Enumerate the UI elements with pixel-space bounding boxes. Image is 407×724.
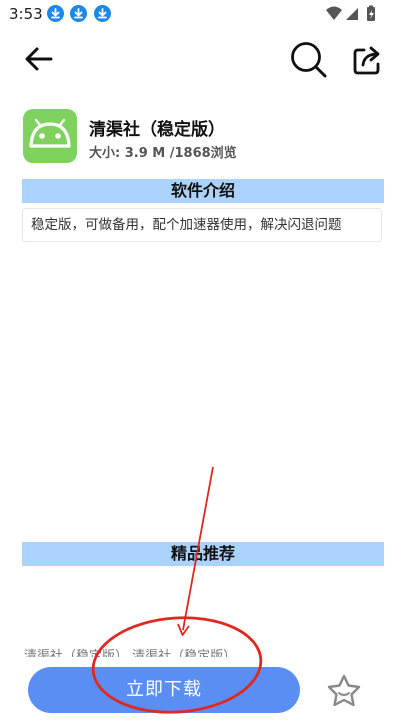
bottom-bar: 立即下载 — [0, 660, 407, 724]
app-name: 清渠社（稳定版） — [89, 120, 225, 140]
back-arrow-icon[interactable] — [18, 38, 60, 80]
download-icon — [70, 5, 87, 22]
signal-icon — [346, 8, 358, 20]
app-info: 清渠社（稳定版） 大小: 3.9 M /1868浏览 — [0, 106, 407, 166]
search-icon[interactable] — [287, 38, 329, 80]
status-icons — [325, 5, 381, 23]
app-description: 稳定版，可做备用，配个加速器使用，解决闪退问题 — [22, 208, 382, 242]
download-button[interactable]: 立即下载 — [28, 667, 300, 713]
section-title-intro: 软件介绍 — [22, 179, 384, 203]
share-icon[interactable] — [347, 38, 389, 80]
battery-icon — [367, 5, 375, 21]
recommend-list-peek[interactable]: 清渠社（稳定版） 清渠社（稳定版） — [24, 648, 364, 657]
status-bar: 3:53 — [0, 0, 407, 28]
status-time: 3:53 — [9, 5, 43, 23]
download-icon — [94, 5, 111, 22]
download-icon — [47, 5, 64, 22]
star-icon[interactable] — [325, 672, 363, 710]
app-meta: 大小: 3.9 M /1868浏览 — [89, 146, 237, 161]
wifi-icon — [326, 6, 342, 20]
top-toolbar — [0, 30, 407, 86]
section-title-recommend: 精品推荐 — [22, 542, 384, 566]
android-icon — [23, 109, 77, 163]
